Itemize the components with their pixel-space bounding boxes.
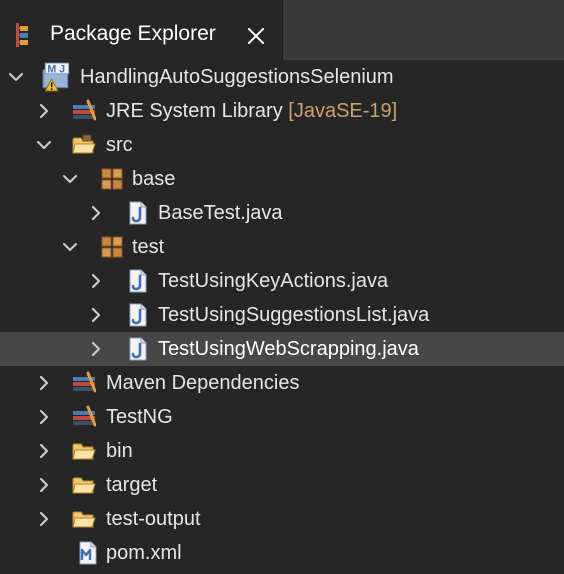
- tree-item-label: HandlingAutoSuggestionsSelenium: [80, 66, 394, 88]
- tree-item-testng[interactable]: TestNG: [0, 400, 564, 434]
- chevron-right-icon[interactable]: [88, 307, 104, 323]
- tree-item-jre-system-library[interactable]: JRE System Library [JavaSE-19]: [0, 94, 564, 128]
- chevron-down-icon[interactable]: [8, 69, 24, 85]
- tree-item-label: Maven Dependencies: [106, 372, 300, 394]
- tree-item-project[interactable]: HandlingAutoSuggestionsSelenium: [0, 60, 564, 94]
- java-file-icon: [126, 337, 150, 361]
- tree-item-src[interactable]: src: [0, 128, 564, 162]
- library-icon: [72, 405, 96, 429]
- tree-item-basetest-java[interactable]: BaseTest.java: [0, 196, 564, 230]
- chevron-right-icon[interactable]: [36, 443, 52, 459]
- chevron-down-icon[interactable]: [62, 171, 78, 187]
- chevron-right-icon[interactable]: [88, 273, 104, 289]
- chevron-down-icon[interactable]: [36, 137, 52, 153]
- tree-item-maven-dependencies[interactable]: Maven Dependencies: [0, 366, 564, 400]
- tree-item-label: bin: [106, 440, 133, 462]
- library-icon: [72, 371, 96, 395]
- tree-item-label: TestUsingWebScrapping.java: [158, 338, 419, 360]
- tree-item-label: TestUsingSuggestionsList.java: [158, 304, 430, 326]
- chevron-right-icon[interactable]: [36, 477, 52, 493]
- tree-item-test-output[interactable]: test-output: [0, 502, 564, 536]
- java-file-icon: [126, 201, 150, 225]
- close-icon[interactable]: [246, 26, 266, 46]
- tree-item-pom-xml[interactable]: pom.xml: [0, 536, 564, 570]
- tree-item-bin[interactable]: bin: [0, 434, 564, 468]
- chevron-right-icon[interactable]: [88, 205, 104, 221]
- tree-item-testusingsuggestionslist-java[interactable]: TestUsingSuggestionsList.java: [0, 298, 564, 332]
- tree-item-target[interactable]: target: [0, 468, 564, 502]
- chevron-right-icon[interactable]: [88, 341, 104, 357]
- tab-title: Package Explorer: [50, 22, 216, 45]
- chevron-right-icon[interactable]: [36, 409, 52, 425]
- package-icon: [100, 235, 124, 259]
- chevron-right-icon[interactable]: [36, 375, 52, 391]
- tree-item-label: TestNG: [106, 406, 173, 428]
- maven-pom-icon: [76, 541, 100, 565]
- tree-item-package-test[interactable]: test: [0, 230, 564, 264]
- tree-item-label: pom.xml: [106, 542, 182, 564]
- folder-icon: [72, 473, 96, 497]
- tree-item-label: JRE System Library: [106, 100, 283, 122]
- tree-item-label: src: [106, 134, 133, 156]
- tree-item-label: test-output: [106, 508, 201, 530]
- package-icon: [100, 167, 124, 191]
- tree-item-testusingkeyactions-java[interactable]: TestUsingKeyActions.java: [0, 264, 564, 298]
- chevron-right-icon[interactable]: [36, 103, 52, 119]
- tree-item-label: BaseTest.java: [158, 202, 283, 224]
- chevron-down-icon[interactable]: [62, 239, 78, 255]
- jre-version-decoration: [JavaSE-19]: [288, 100, 398, 122]
- view-tab-bar: Package Explorer: [0, 0, 564, 62]
- java-file-icon: [126, 303, 150, 327]
- tree-item-label: target: [106, 474, 158, 496]
- tree-item-label: base: [132, 168, 176, 190]
- tree-item-testusingwebscrapping-java[interactable]: TestUsingWebScrapping.java: [0, 332, 564, 366]
- library-icon: [72, 99, 96, 123]
- java-file-icon: [126, 269, 150, 293]
- source-folder-icon: [72, 133, 96, 157]
- tree-item-label: TestUsingKeyActions.java: [158, 270, 389, 292]
- tree-item-package-base[interactable]: base: [0, 162, 564, 196]
- tab-package-explorer[interactable]: Package Explorer: [0, 0, 283, 62]
- tree-item-label: test: [132, 236, 165, 258]
- package-explorer-icon: [14, 22, 36, 48]
- chevron-right-icon[interactable]: [36, 511, 52, 527]
- maven-java-project-warning-icon: [42, 62, 72, 92]
- folder-icon: [72, 439, 96, 463]
- folder-icon: [72, 507, 96, 531]
